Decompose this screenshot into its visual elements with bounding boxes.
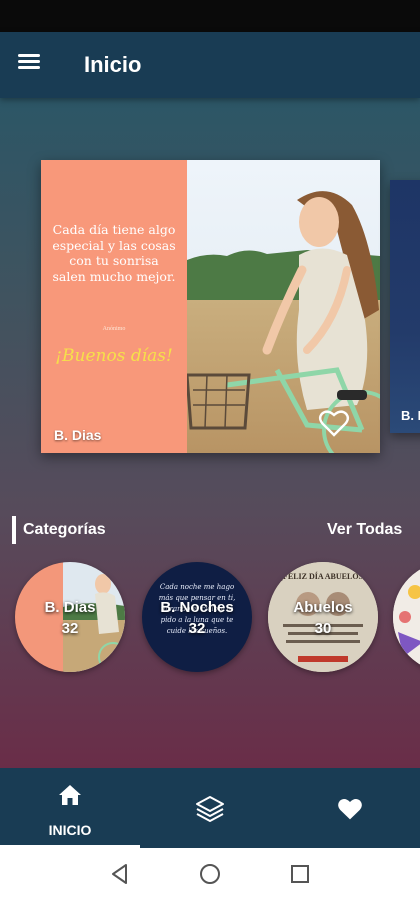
status-bar	[0, 0, 420, 32]
featured-card[interactable]: Cada día tiene algo especial y las cosas…	[41, 160, 380, 453]
section-accent-bar	[12, 516, 16, 544]
heart-outline-icon[interactable]	[318, 408, 350, 438]
heart-icon	[338, 799, 362, 820]
category-name: B. Noches	[160, 599, 234, 616]
category-image-text: ¡FELIZ DÍA ABUELOS!	[280, 572, 366, 581]
category-count: 32	[61, 620, 79, 637]
main-content: Cada día tiene algo especial y las cosas…	[0, 98, 420, 768]
app-bar: Inicio	[0, 32, 420, 98]
page-title: Inicio	[84, 52, 142, 77]
category-abuelos[interactable]: ¡FELIZ DÍA ABUELOS! Abuelos 30	[268, 562, 378, 672]
back-triangle-icon[interactable]	[108, 862, 132, 886]
hamburger-menu-icon[interactable]	[18, 51, 48, 79]
bottom-navigation: INICIO	[0, 768, 420, 848]
category-name: B. Dias	[44, 599, 96, 616]
category-name: Abuelos	[293, 599, 353, 616]
category-next[interactable]	[393, 562, 420, 672]
category-buenos-dias[interactable]: B. Dias 32	[15, 562, 125, 672]
nav-favorites[interactable]	[280, 768, 420, 848]
next-card-label: B. N	[401, 408, 420, 423]
home-circle-icon[interactable]	[198, 862, 222, 886]
see-all-link[interactable]: Ver Todas	[327, 521, 402, 539]
quote-greeting: ¡Buenos días!	[55, 346, 173, 366]
layers-icon	[196, 796, 224, 822]
quote-panel: Cada día tiene algo especial y las cosas…	[41, 160, 187, 453]
system-navigation-bar	[0, 848, 420, 900]
nav-inicio[interactable]: INICIO	[0, 768, 140, 848]
featured-card-label: B. Dias	[54, 427, 102, 443]
quote-text: Cada día tiene algo especial y las cosas…	[52, 222, 176, 284]
recents-square-icon[interactable]	[288, 862, 312, 886]
quote-author: Anónimo	[102, 326, 126, 332]
nav-inicio-label: INICIO	[48, 822, 92, 838]
category-buenas-noches[interactable]: Cada noche me hago más que pensar en ti,…	[142, 562, 252, 672]
next-card-peek[interactable]: B. N	[390, 180, 420, 433]
category-count: 30	[314, 620, 332, 637]
nav-categories[interactable]	[140, 768, 280, 848]
categories-title: Categorías	[23, 521, 106, 538]
home-icon	[59, 785, 81, 805]
featured-photo	[187, 160, 380, 453]
category-count: 32	[188, 620, 206, 637]
